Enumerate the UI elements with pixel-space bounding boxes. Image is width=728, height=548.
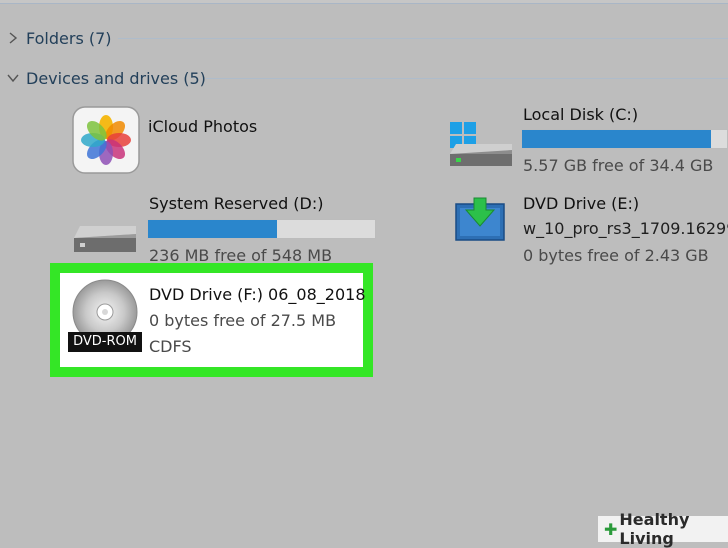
drive-free-space: 0 bytes free of 2.43 GB [523, 246, 709, 265]
drive-name: iCloud Photos [148, 117, 258, 136]
dvd-rom-icon: DVD-ROM [68, 278, 142, 356]
usage-bar-fill [148, 220, 278, 238]
usage-bar [147, 219, 376, 239]
usage-bar [521, 129, 728, 149]
drive-free-space: 5.57 GB free of 34.4 GB [523, 156, 714, 175]
folders-group-header[interactable]: Folders (7) [0, 24, 728, 52]
drive-volume-label: w_10_pro_rs3_1709.16299 [523, 219, 728, 238]
dvd-rom-label: DVD-ROM [68, 332, 142, 352]
top-border [0, 0, 728, 4]
watermark-text: Healthy Living [619, 510, 690, 548]
chevron-down-icon[interactable] [6, 71, 20, 85]
drive-name: Local Disk (C:) [523, 105, 639, 124]
dvd-install-icon [454, 194, 506, 244]
windows-hard-drive-icon [446, 120, 516, 172]
watermark-logo: ✚ Healthy Living [598, 510, 728, 548]
drive-name: System Reserved (D:) [149, 194, 324, 213]
hard-drive-icon [72, 220, 138, 256]
chevron-right-icon[interactable] [6, 31, 20, 45]
drive-name: DVD Drive (E:) [523, 194, 640, 213]
icloud-photos-icon [72, 106, 140, 174]
devices-divider [206, 78, 728, 79]
devices-group-title: Devices and drives (5) [26, 68, 206, 88]
drive-free-space: 0 bytes free of 27.5 MB [149, 311, 337, 330]
plus-cross-icon: ✚ [604, 519, 618, 539]
drive-filesystem: CDFS [149, 337, 192, 356]
folders-group-title: Folders (7) [26, 28, 112, 48]
folders-divider [118, 38, 728, 39]
usage-bar-fill [522, 130, 711, 148]
drive-name: DVD Drive (F:) 06_08_2018 [149, 285, 366, 304]
devices-group-header[interactable]: Devices and drives (5) [0, 64, 728, 92]
